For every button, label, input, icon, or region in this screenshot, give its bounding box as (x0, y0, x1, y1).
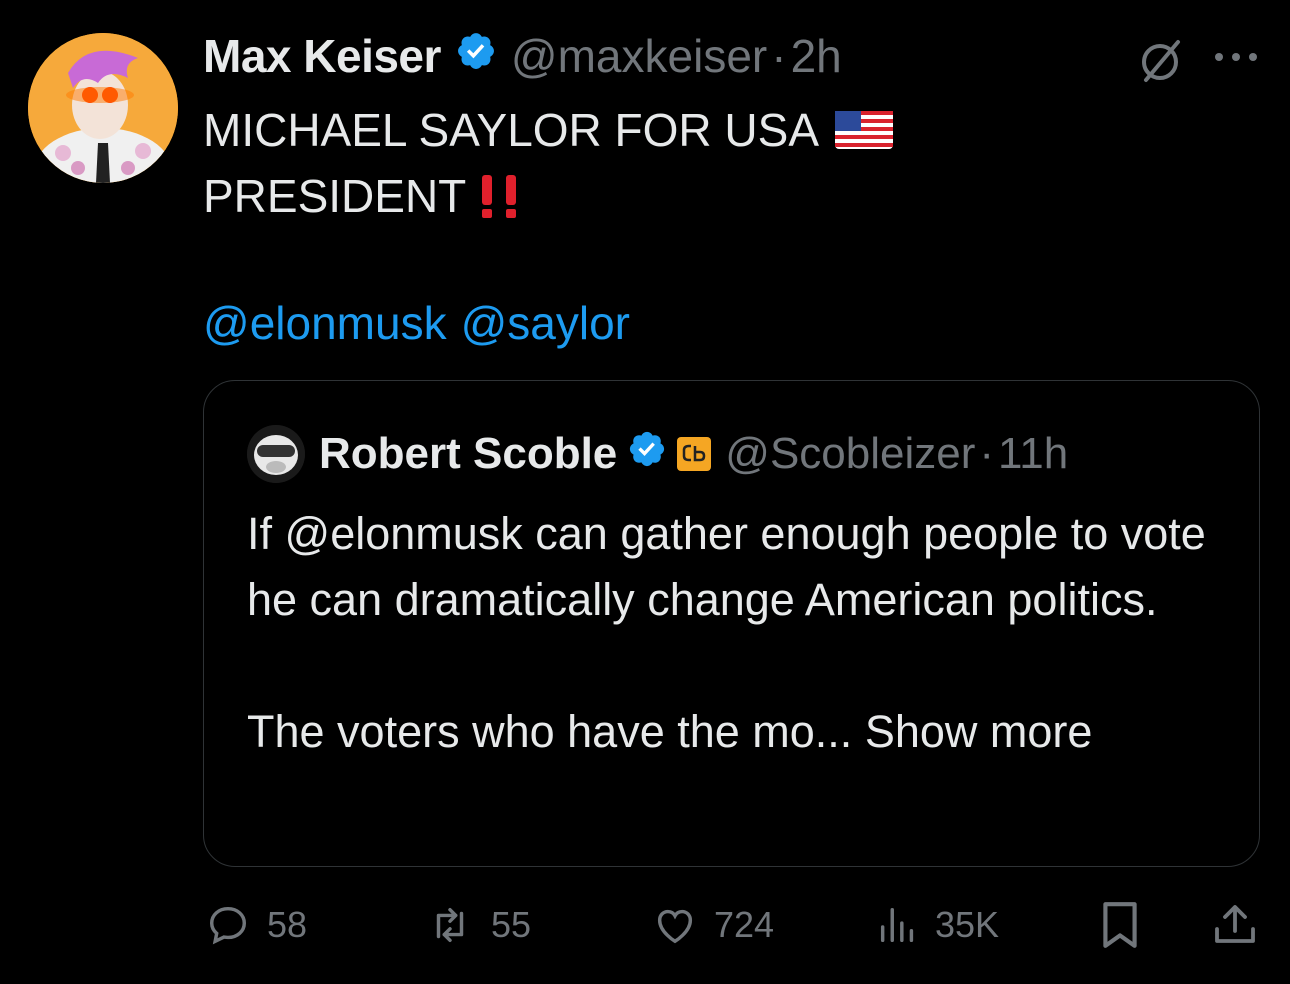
verified-badge-icon[interactable] (455, 29, 497, 83)
grok-icon[interactable] (1138, 38, 1184, 89)
views-button[interactable]: 35K (875, 890, 999, 960)
author-handle[interactable]: @maxkeiser (511, 29, 767, 83)
reply-button[interactable]: 58 (203, 890, 307, 960)
share-button[interactable] (1211, 890, 1273, 960)
avatar-illustration (28, 33, 178, 183)
quoted-paragraph: The voters who have the mo... Show more (247, 699, 1237, 765)
like-button[interactable]: 724 (650, 890, 774, 960)
quoted-author-avatar[interactable] (247, 425, 305, 483)
action-bar: 58 55 724 35K (203, 890, 1263, 960)
share-icon (1215, 905, 1255, 943)
show-more-link[interactable]: Show more (865, 706, 1093, 757)
like-count: 724 (714, 904, 775, 945)
more-icon[interactable] (1213, 50, 1259, 68)
bookmark-icon (1103, 902, 1137, 948)
author-name[interactable]: Max Keiser (203, 29, 441, 83)
verified-badge-icon[interactable] (627, 429, 667, 480)
double-exclamation-icon (476, 173, 524, 219)
quoted-author-handle[interactable]: @Scobleizer (725, 429, 975, 479)
view-count: 35K (935, 904, 1000, 945)
reply-icon (209, 906, 247, 945)
bookmark-button[interactable] (1098, 890, 1156, 960)
us-flag-icon (835, 111, 894, 149)
quoted-tweet-text: If @elonmusk can gather enough people to… (247, 501, 1237, 765)
repost-button[interactable]: 55 (423, 890, 531, 960)
tweet-text-line2: PRESIDENT (203, 170, 467, 222)
quoted-paragraph: If @elonmusk can gather enough people to… (247, 508, 1206, 625)
post-time[interactable]: 2h (791, 29, 842, 83)
repost-icon (436, 907, 464, 943)
tweet-mentions: @elonmusk @saylor (203, 290, 644, 356)
tweet-header: Max Keiser @maxkeiser · 2h (203, 26, 842, 86)
repost-count: 55 (491, 904, 532, 945)
reply-count: 58 (267, 904, 308, 945)
mention-link[interactable]: @elonmusk (203, 297, 447, 349)
heart-icon (657, 909, 693, 944)
separator: · (979, 429, 995, 478)
quoted-tweet-header: Robert Scoble @Scobleizer · 11h (247, 424, 1068, 484)
quoted-author-name[interactable]: Robert Scoble (319, 429, 617, 479)
tweet-text-line1: MICHAEL SAYLOR FOR USA (203, 104, 820, 156)
separator: · (771, 30, 787, 82)
views-icon (880, 907, 914, 943)
affiliation-badge-icon[interactable] (677, 437, 712, 471)
author-avatar[interactable] (28, 33, 178, 183)
quoted-tweet[interactable]: Robert Scoble @Scobleizer · 11h If @elon… (203, 380, 1260, 867)
tweet-text: MICHAEL SAYLOR FOR USA PRESIDENT (203, 97, 1103, 229)
quoted-paragraph-truncated: The voters who have the mo... (247, 706, 853, 757)
mention-link[interactable]: @saylor (461, 297, 630, 349)
quoted-post-time[interactable]: 11h (998, 429, 1068, 479)
